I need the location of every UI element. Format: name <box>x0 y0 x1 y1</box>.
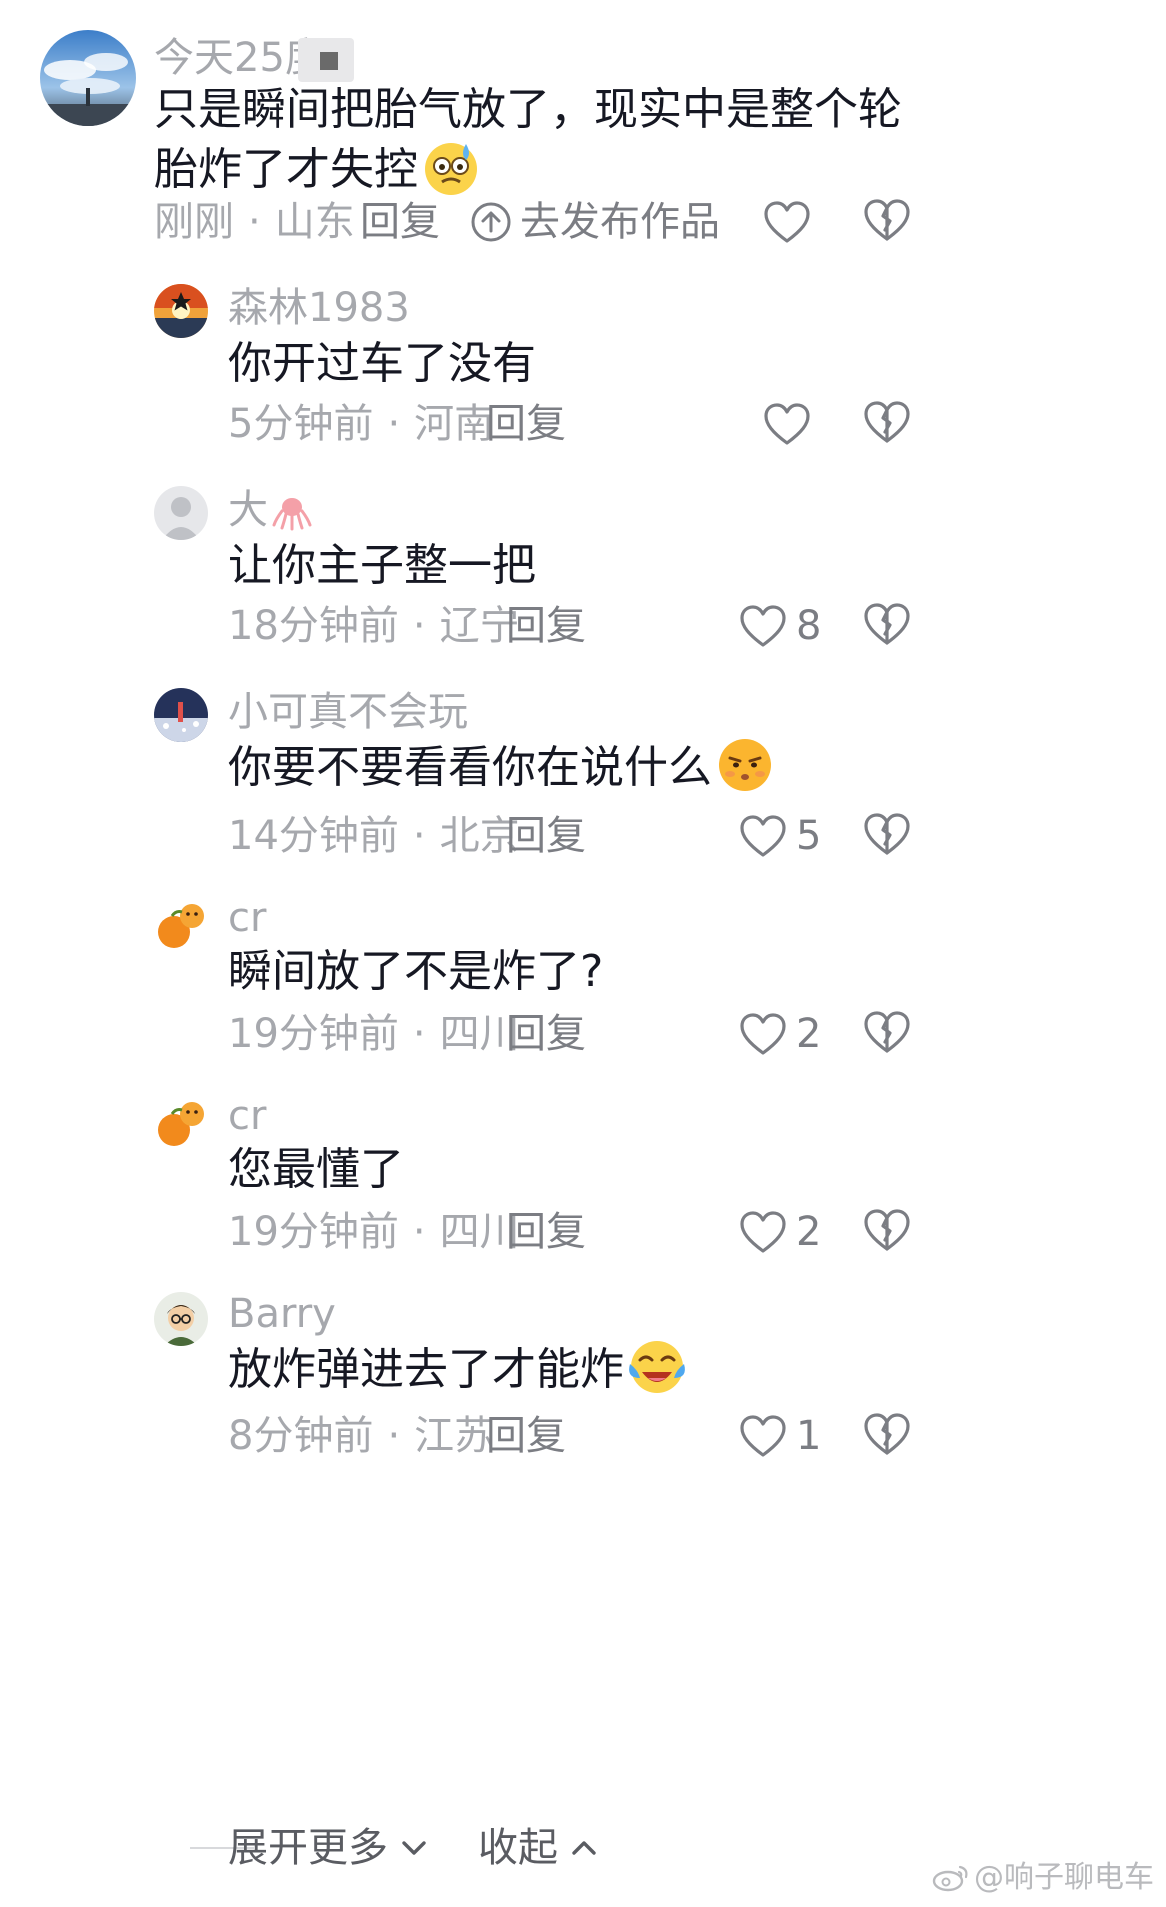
reply-time: 19分钟前 <box>228 1209 399 1255</box>
reply-content: 放炸弹进去了才能炸 <box>228 1340 690 1400</box>
reply-username[interactable]: 小可真不会玩 <box>228 688 468 736</box>
octopus-emoji-icon <box>272 494 312 531</box>
reply-time: 8分钟前 <box>228 1413 374 1459</box>
broken-heart-icon <box>864 813 910 855</box>
reply-button[interactable]: 回复 <box>486 400 566 448</box>
broken-heart-icon <box>864 1011 910 1053</box>
like-count: 8 <box>796 603 822 649</box>
heart-icon <box>740 1211 786 1253</box>
heart-icon <box>764 403 810 445</box>
reply-avatar[interactable] <box>154 486 208 540</box>
main-comment-avatar[interactable] <box>40 30 136 126</box>
like-count: 2 <box>796 1011 822 1057</box>
main-comment-dislike-button[interactable] <box>862 196 912 244</box>
reply-button[interactable]: 回复 <box>486 1412 566 1460</box>
reply-location: 河南 <box>414 401 495 447</box>
reply-time: 18分钟前 <box>228 603 399 649</box>
reply-username[interactable]: cr <box>228 1092 266 1140</box>
reply-avatar[interactable] <box>154 1292 208 1346</box>
broken-heart-icon <box>864 603 910 645</box>
expand-more-button[interactable]: 展开更多 <box>228 1824 432 1872</box>
publish-work-button[interactable]: 去发布作品 <box>470 198 720 246</box>
reply-time: 5分钟前 <box>228 401 374 447</box>
reply-content: 瞬间放了不是炸了? <box>228 946 604 997</box>
reply-avatar[interactable] <box>154 1096 208 1150</box>
reply-meta: 5分钟前 · 河南 <box>228 401 495 447</box>
chevron-up-icon <box>572 1841 596 1855</box>
reply-time: 14分钟前 <box>228 813 399 859</box>
reply-avatar[interactable] <box>154 284 208 338</box>
reply-username[interactable]: cr <box>228 894 266 942</box>
chevron-down-icon <box>402 1841 426 1855</box>
dislike-button[interactable] <box>862 1008 912 1056</box>
reply-username[interactable]: 大 <box>228 486 312 534</box>
dislike-button[interactable] <box>862 1410 912 1458</box>
reply-meta: 8分钟前 · 江苏 <box>228 1413 495 1459</box>
weibo-logo-icon <box>932 1865 968 1892</box>
like-button[interactable] <box>762 398 812 450</box>
reply-meta: 19分钟前 · 四川 <box>228 1011 520 1057</box>
main-comment-like-button[interactable] <box>762 196 812 248</box>
reply-meta: 14分钟前 · 北京 <box>228 813 520 859</box>
like-button[interactable]: 2 <box>738 1206 821 1258</box>
collapse-label: 收起 <box>478 1825 558 1871</box>
like-count: 1 <box>796 1413 822 1459</box>
watermark-text: @响子聊电车 <box>974 1860 1154 1895</box>
reply-content: 让你主子整一把 <box>228 540 536 591</box>
reply-username[interactable]: Barry <box>228 1290 336 1338</box>
reply-avatar[interactable] <box>154 688 208 742</box>
main-comment-reply-button[interactable]: 回复 <box>360 198 440 246</box>
heart-icon <box>764 201 810 243</box>
like-count: 5 <box>796 813 822 859</box>
reply-meta: 19分钟前 · 四川 <box>228 1209 520 1255</box>
reply-time: 19分钟前 <box>228 1011 399 1057</box>
upload-arrow-icon <box>471 202 511 242</box>
main-comment-text: 只是瞬间把胎气放了，现实中是整个轮胎炸了才失控 <box>154 80 914 200</box>
reply-username[interactable]: 森林1983 <box>228 284 410 332</box>
laugh-cry-emoji-icon <box>624 1334 690 1400</box>
like-count: 2 <box>796 1209 822 1255</box>
dislike-button[interactable] <box>862 398 912 446</box>
collapse-button[interactable]: 收起 <box>478 1824 602 1872</box>
annoyed-emoji-icon <box>712 732 778 798</box>
broken-heart-icon <box>864 1413 910 1455</box>
like-button[interactable]: 5 <box>738 810 821 862</box>
reply-button[interactable]: 回复 <box>506 602 586 650</box>
reply-button[interactable]: 回复 <box>506 812 586 860</box>
watermark: @响子聊电车 <box>932 1858 1154 1898</box>
heart-icon <box>740 1415 786 1457</box>
broken-heart-icon <box>864 199 910 241</box>
main-comment-content: 只是瞬间把胎气放了，现实中是整个轮胎炸了才失控 <box>154 84 902 195</box>
heart-icon <box>740 605 786 647</box>
reply-content: 您最懂了 <box>228 1144 404 1195</box>
heart-icon <box>740 815 786 857</box>
publish-work-label: 去发布作品 <box>520 199 720 245</box>
sweat-emoji-icon <box>418 134 484 200</box>
reply-content: 你要不要看看你在说什么 <box>228 738 778 798</box>
like-button[interactable]: 8 <box>738 600 821 652</box>
reply-meta: 18分钟前 · 辽宁 <box>228 603 520 649</box>
reply-button[interactable]: 回复 <box>506 1208 586 1256</box>
like-button[interactable]: 2 <box>738 1008 821 1060</box>
like-button[interactable]: 1 <box>738 1410 821 1462</box>
dislike-button[interactable] <box>862 810 912 858</box>
reply-button[interactable]: 回复 <box>506 1010 586 1058</box>
main-comment-time: 刚刚 <box>154 199 234 245</box>
main-comment-meta: 刚刚 · 山东 <box>154 199 355 245</box>
broken-heart-icon <box>864 1209 910 1251</box>
dislike-button[interactable] <box>862 600 912 648</box>
reply-avatar[interactable] <box>154 898 208 952</box>
main-comment-location: 山东 <box>274 199 355 245</box>
reply-location: 江苏 <box>414 1413 495 1459</box>
username-badge <box>298 38 354 82</box>
heart-icon <box>740 1013 786 1055</box>
expand-more-label: 展开更多 <box>228 1825 388 1871</box>
broken-heart-icon <box>864 401 910 443</box>
dislike-button[interactable] <box>862 1206 912 1254</box>
reply-content: 你开过车了没有 <box>228 338 536 389</box>
